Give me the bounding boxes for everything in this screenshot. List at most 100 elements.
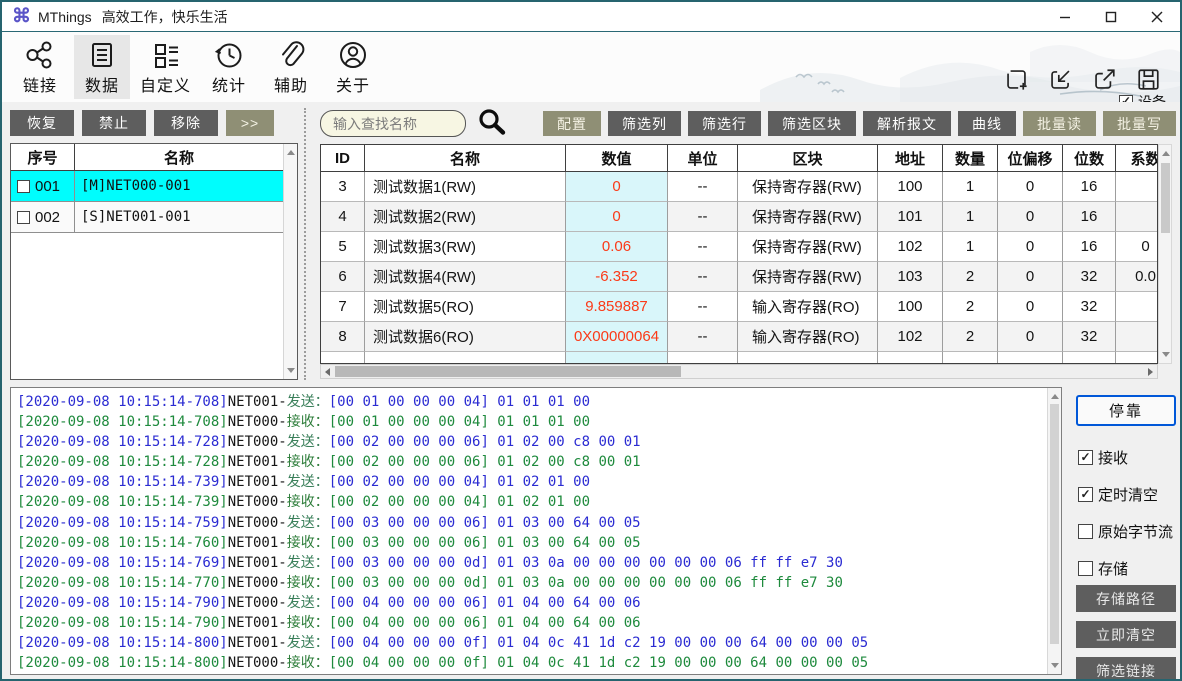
- cell-value[interactable]: 0X00000064: [566, 322, 668, 352]
- history-clock-icon: [213, 39, 245, 71]
- close-button[interactable]: [1134, 2, 1180, 32]
- log-action-buttons: 存储路径 立即清空 筛选链接: [1076, 585, 1176, 681]
- cell-block: 输入寄存器(RO): [738, 322, 878, 352]
- new-window-button[interactable]: [1003, 66, 1030, 93]
- log-option-checkbox[interactable]: 定时清空: [1078, 476, 1173, 513]
- row-checkbox[interactable]: [17, 211, 30, 224]
- scroll-down-icon[interactable]: [287, 368, 295, 373]
- log-net-label: NET000-: [228, 575, 287, 591]
- close-icon: [1151, 11, 1163, 23]
- toolbar-item-stats[interactable]: 统计: [201, 35, 257, 99]
- log-net-label: NET001-: [228, 394, 287, 410]
- log-option-checkbox[interactable]: 原始字节流: [1078, 513, 1173, 550]
- cell-addr: 103: [878, 262, 943, 292]
- maximize-button[interactable]: [1088, 2, 1134, 32]
- checkbox-label: 定时清空: [1098, 484, 1158, 505]
- scrollbar-thumb[interactable]: [1161, 163, 1170, 233]
- checkbox-icon[interactable]: [1078, 524, 1093, 539]
- save-button[interactable]: [1135, 66, 1162, 93]
- cell-value: [566, 352, 668, 364]
- data-row-clipped[interactable]: [321, 352, 1157, 364]
- device-action-button[interactable]: 移除: [154, 110, 218, 136]
- data-row[interactable]: 4 测试数据2(RW) 0 -- 保持寄存器(RW) 101 1 0 16: [321, 202, 1157, 232]
- device-table-scrollbar[interactable]: [283, 144, 297, 379]
- log-action-button[interactable]: 立即清空: [1076, 621, 1176, 648]
- data-table-horizontal-scrollbar[interactable]: [320, 364, 1158, 379]
- scrollbar-thumb[interactable]: [1050, 404, 1059, 644]
- checkbox-icon[interactable]: [1078, 487, 1093, 502]
- maximize-icon: [1105, 11, 1117, 23]
- scroll-up-icon[interactable]: [1051, 394, 1059, 399]
- data-action-button[interactable]: 曲线: [958, 111, 1016, 136]
- log-hex-bytes: [00 02 00 00 00 04] 01 02 01 00: [329, 494, 590, 510]
- data-row[interactable]: 8 测试数据6(RO) 0X00000064 -- 输入寄存器(RO) 102 …: [321, 322, 1157, 352]
- data-action-button[interactable]: 配置: [543, 111, 601, 136]
- import-button[interactable]: [1047, 66, 1074, 93]
- cell-value[interactable]: 0: [566, 202, 668, 232]
- cell-qty: 2: [943, 262, 998, 292]
- scrollbar-thumb[interactable]: [335, 366, 681, 377]
- scroll-down-icon[interactable]: [1162, 352, 1170, 357]
- log-net-label: NET001-: [228, 535, 287, 551]
- log-direction: 接收：: [287, 575, 329, 591]
- cell-name: 测试数据6(RO): [365, 322, 566, 352]
- log-direction: 接收：: [287, 535, 329, 551]
- log-option-checkbox[interactable]: 存储: [1078, 550, 1173, 587]
- toolbar-item-about[interactable]: 关于: [325, 35, 381, 99]
- checkbox-icon[interactable]: [1119, 95, 1133, 103]
- cell-value[interactable]: -6.352: [566, 262, 668, 292]
- data-row[interactable]: 3 测试数据1(RW) 0 -- 保持寄存器(RW) 100 1 0 16: [321, 172, 1157, 202]
- cell-name: 测试数据3(RW): [365, 232, 566, 262]
- log-hex-bytes: [00 03 00 00 00 06] 01 03 00 64 00 05: [329, 515, 641, 531]
- device-action-button[interactable]: 恢复: [10, 110, 74, 136]
- cell-unit: [668, 352, 738, 364]
- toolbar-item-data[interactable]: 数据: [74, 35, 130, 99]
- export-button[interactable]: [1091, 66, 1118, 93]
- row-checkbox[interactable]: [17, 180, 30, 193]
- toolbar-item-link[interactable]: 链接: [12, 35, 68, 99]
- device-action-button[interactable]: >>: [226, 110, 274, 136]
- cell-value[interactable]: 9.859887: [566, 292, 668, 322]
- cell-value[interactable]: 0.06: [566, 232, 668, 262]
- cell-coef: [1116, 322, 1158, 352]
- toolbar-checkbox[interactable]: 设备: [1119, 93, 1166, 102]
- data-action-button[interactable]: 解析报文: [863, 111, 951, 136]
- data-action-button[interactable]: 批量写: [1103, 111, 1176, 136]
- panel-splitter[interactable]: [304, 108, 306, 380]
- scroll-up-icon[interactable]: [1162, 151, 1170, 156]
- log-action-button[interactable]: 筛选链接: [1076, 657, 1176, 681]
- scroll-right-icon[interactable]: [1148, 368, 1153, 376]
- device-row[interactable]: 002 [S]NET001-001: [11, 202, 297, 233]
- toolbar-item-assist[interactable]: 辅助: [263, 35, 319, 99]
- log-action-button[interactable]: 存储路径: [1076, 585, 1176, 612]
- data-table-vertical-scrollbar[interactable]: [1158, 144, 1172, 364]
- data-action-button[interactable]: 筛选列: [608, 111, 681, 136]
- data-row[interactable]: 7 测试数据5(RO) 9.859887 -- 输入寄存器(RO) 100 2 …: [321, 292, 1157, 322]
- log-scrollbar[interactable]: [1047, 388, 1061, 674]
- minimize-button[interactable]: [1042, 2, 1088, 32]
- search-input[interactable]: [320, 110, 466, 137]
- data-action-button[interactable]: 批量读: [1023, 111, 1096, 136]
- checkbox-icon[interactable]: [1078, 561, 1093, 576]
- scroll-up-icon[interactable]: [287, 150, 295, 155]
- log-net-label: NET001-: [228, 615, 287, 631]
- cell-bit-offset: [998, 352, 1063, 364]
- dock-button[interactable]: 停靠: [1076, 395, 1176, 426]
- device-row[interactable]: 001 [M]NET000-001: [11, 171, 297, 202]
- search-button[interactable]: [476, 107, 508, 139]
- log-timestamp: [2020-09-08 10:15:14-790]: [17, 595, 228, 611]
- device-action-button[interactable]: 禁止: [82, 110, 146, 136]
- data-action-button[interactable]: 筛选区块: [768, 111, 856, 136]
- cell-name: 测试数据4(RW): [365, 262, 566, 292]
- data-row[interactable]: 6 测试数据4(RW) -6.352 -- 保持寄存器(RW) 103 2 0 …: [321, 262, 1157, 292]
- toolbar-item-custom[interactable]: 自定义: [136, 35, 195, 99]
- checkbox-icon[interactable]: [1078, 450, 1093, 465]
- log-line: [2020-09-08 10:15:14-739]NET001-发送：[00 0…: [17, 472, 1059, 492]
- log-option-checkbox[interactable]: 接收: [1078, 439, 1173, 476]
- data-row[interactable]: 5 测试数据3(RW) 0.06 -- 保持寄存器(RW) 102 1 0 16…: [321, 232, 1157, 262]
- scroll-left-icon[interactable]: [325, 368, 330, 376]
- scroll-down-icon[interactable]: [1051, 663, 1059, 668]
- data-action-button[interactable]: 筛选行: [688, 111, 761, 136]
- cell-bits: [1063, 352, 1116, 364]
- cell-value[interactable]: 0: [566, 172, 668, 202]
